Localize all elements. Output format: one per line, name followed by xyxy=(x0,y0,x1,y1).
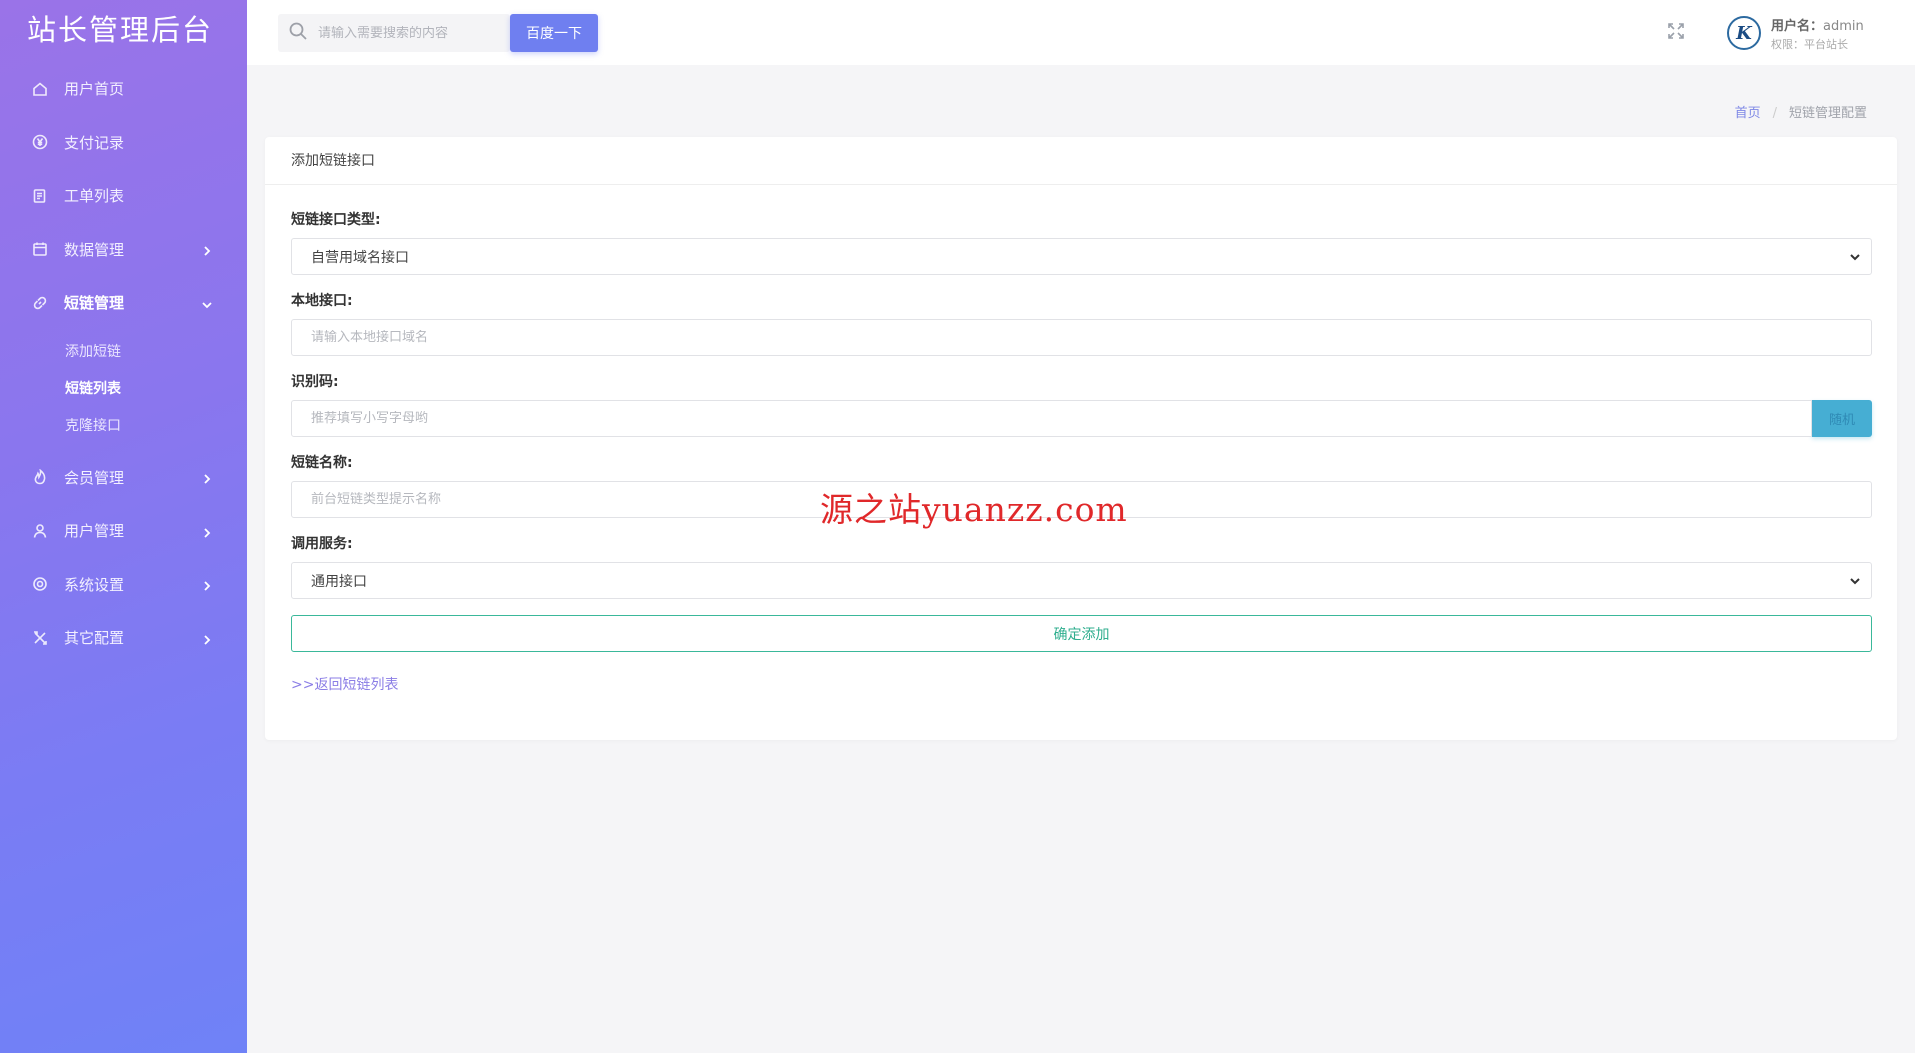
chevron-right-icon xyxy=(201,578,213,591)
watermark: 源之站yuanzz.com xyxy=(820,490,1128,529)
code-label: 识别码: xyxy=(291,374,339,390)
breadcrumb: 首页 / 短链管理配置 xyxy=(1735,102,1867,121)
link-icon xyxy=(31,294,49,312)
sidebar-item-user-home[interactable]: 用户首页 xyxy=(0,62,247,116)
fire-icon xyxy=(31,468,49,486)
sidebar-subitem-add-shortlink[interactable]: 添加短链 xyxy=(0,334,247,371)
sidebar-item-label: 支付记录 xyxy=(64,133,125,152)
chevron-down-icon xyxy=(201,297,213,309)
service-label: 调用服务: xyxy=(291,536,353,552)
brand-title: 站长管理后台 xyxy=(27,13,214,47)
add-shortlink-card: 添加短链接口 短链接口类型: 自营用域名接口 本地接口: 识别码: 随机 xyxy=(265,137,1897,740)
local-input-wrap xyxy=(291,319,1872,356)
search-button[interactable]: 百度一下 xyxy=(510,14,598,52)
sidebar-item-system-settings[interactable]: 系统设置 xyxy=(0,558,247,612)
topbar: 百度一下 K 用户名：admin 权限：平台站长 xyxy=(247,0,1915,65)
user-info[interactable]: 用户名：admin 权限：平台站长 xyxy=(1771,15,1864,52)
yen-icon xyxy=(31,133,49,151)
sidebar-item-members[interactable]: 会员管理 xyxy=(0,451,247,505)
search-input[interactable] xyxy=(318,25,508,41)
chevron-right-icon xyxy=(201,243,213,256)
name-label: 短链名称: xyxy=(291,455,353,471)
user-icon xyxy=(31,522,49,540)
field-type: 短链接口类型: 自营用域名接口 xyxy=(291,209,1872,275)
field-code: 识别码: 随机 xyxy=(291,371,1872,437)
sidebar-item-label: 系统设置 xyxy=(64,575,125,594)
user-name-label: 用户名： xyxy=(1771,19,1824,34)
avatar[interactable]: K xyxy=(1727,16,1761,50)
home-icon xyxy=(31,80,49,98)
chevron-down-icon xyxy=(1849,251,1861,263)
sidebar-item-other-config[interactable]: 其它配置 xyxy=(0,611,247,665)
chevron-right-icon xyxy=(201,525,213,538)
sidebar: 站长管理后台 用户首页 支付记录 工单列表 数据管理 短链管理 添加短链 短链列 xyxy=(0,0,247,1053)
breadcrumb-home[interactable]: 首页 xyxy=(1735,106,1761,121)
local-input[interactable] xyxy=(311,330,1871,345)
user-role: 权限：平台站长 xyxy=(1771,38,1848,51)
service-select[interactable]: 通用接口 xyxy=(291,562,1872,599)
sidebar-item-label: 工单列表 xyxy=(64,187,125,206)
sidebar-item-label: 用户管理 xyxy=(64,522,125,541)
sidebar-nav: 用户首页 支付记录 工单列表 数据管理 短链管理 添加短链 短链列表 克隆接口 xyxy=(0,62,247,665)
sidebar-item-label: 数据管理 xyxy=(64,240,125,259)
sidebar-item-label: 其它配置 xyxy=(64,629,125,648)
field-local: 本地接口: xyxy=(291,290,1872,356)
tools-icon xyxy=(31,629,49,647)
calendar-icon xyxy=(31,240,49,258)
shortlink-submenu: 添加短链 短链列表 克隆接口 xyxy=(0,330,247,451)
code-input[interactable] xyxy=(311,411,1811,426)
sidebar-subitem-shortlink-list[interactable]: 短链列表 xyxy=(0,371,247,408)
type-select[interactable]: 自营用域名接口 xyxy=(291,238,1872,275)
gear-icon xyxy=(31,575,49,593)
ticket-icon xyxy=(31,187,49,205)
card-body: 短链接口类型: 自营用域名接口 本地接口: 识别码: 随机 短链名称: xyxy=(265,185,1897,694)
random-code-button[interactable]: 随机 xyxy=(1812,400,1872,437)
chevron-down-icon xyxy=(1849,575,1861,587)
card-title: 添加短链接口 xyxy=(265,137,1897,185)
service-select-value: 通用接口 xyxy=(311,573,367,590)
sidebar-item-label: 短链管理 xyxy=(64,294,125,313)
sidebar-subitem-clone-api[interactable]: 克隆接口 xyxy=(0,408,247,445)
code-input-wrap xyxy=(291,400,1812,437)
search-icon xyxy=(288,21,308,45)
back-to-list-link[interactable]: >>返回短链列表 xyxy=(291,674,398,694)
confirm-add-button[interactable]: 确定添加 xyxy=(291,615,1872,652)
chevron-right-icon xyxy=(201,471,213,484)
sidebar-item-data[interactable]: 数据管理 xyxy=(0,223,247,277)
chevron-right-icon xyxy=(201,632,213,645)
search-box xyxy=(278,14,510,52)
sidebar-item-label: 会员管理 xyxy=(64,468,125,487)
sidebar-item-users[interactable]: 用户管理 xyxy=(0,504,247,558)
local-label: 本地接口: xyxy=(291,293,353,309)
breadcrumb-current: 短链管理配置 xyxy=(1788,106,1867,121)
type-select-value: 自营用域名接口 xyxy=(311,249,409,266)
sidebar-item-shortlinks[interactable]: 短链管理 xyxy=(0,276,247,330)
fullscreen-icon[interactable] xyxy=(1667,22,1687,42)
sidebar-item-label: 用户首页 xyxy=(64,80,125,99)
code-input-group: 随机 xyxy=(291,400,1872,437)
type-label: 短链接口类型: xyxy=(291,212,381,228)
field-service: 调用服务: 通用接口 xyxy=(291,533,1872,599)
sidebar-item-tickets[interactable]: 工单列表 xyxy=(0,169,247,223)
user-name: admin xyxy=(1823,19,1864,34)
breadcrumb-separator: / xyxy=(1772,106,1777,121)
sidebar-item-payments[interactable]: 支付记录 xyxy=(0,116,247,170)
